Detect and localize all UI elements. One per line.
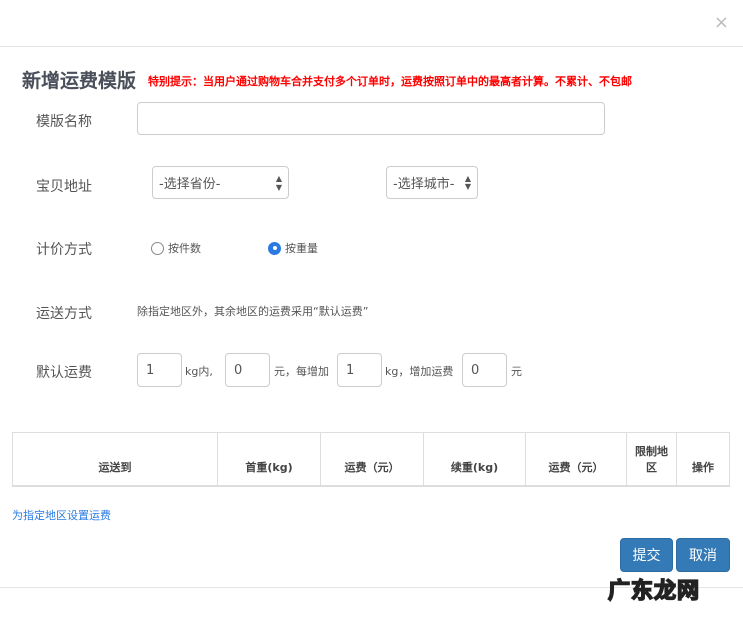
updown-icon: ▲ ▼ xyxy=(275,173,282,192)
unit-text: 元 xyxy=(511,365,522,378)
submit-button[interactable]: 提交 xyxy=(620,538,673,572)
close-icon[interactable]: × xyxy=(714,12,729,33)
special-tip: 特别提示：当用户通过购物车合并支付多个订单时，运费按照订单中的最高者计算。不累计… xyxy=(148,75,632,88)
col-first-weight: 首重(kg) xyxy=(217,432,321,487)
province-select[interactable]: -选择省份- ▲ ▼ xyxy=(152,166,289,199)
cancel-button[interactable]: 取消 xyxy=(676,538,730,572)
first-fee-input[interactable]: 0 xyxy=(225,353,270,387)
shipping-table: 运送到 首重(kg) 运费（元） 续重(kg) 运费（元） 限制地区 操作 xyxy=(12,432,730,487)
template-name-label: 模版名称 xyxy=(36,114,92,130)
shipping-label: 运送方式 xyxy=(36,306,92,322)
col-actions: 操作 xyxy=(676,432,730,487)
template-name-input[interactable] xyxy=(137,102,605,135)
radio-by-count[interactable]: 按件数 xyxy=(151,240,201,256)
dialog-title: 新增运费模版 xyxy=(22,70,137,92)
header-divider xyxy=(0,46,743,47)
updown-icon: ▲ ▼ xyxy=(464,173,471,191)
col-add-fee: 运费（元） xyxy=(525,432,627,487)
add-weight-input[interactable]: 1 xyxy=(337,353,382,387)
col-first-fee: 运费（元） xyxy=(320,432,424,487)
radio-label: 按重量 xyxy=(285,242,318,255)
radio-checked-icon xyxy=(268,241,281,255)
col-add-weight: 续重(kg) xyxy=(423,432,526,487)
unit-text: kg，增加运费 xyxy=(385,365,454,378)
first-weight-input[interactable]: 1 xyxy=(137,353,182,387)
col-destination: 运送到 xyxy=(12,432,218,487)
col-restricted: 限制地区 xyxy=(626,432,677,487)
radio-label: 按件数 xyxy=(168,242,201,255)
radio-by-weight[interactable]: 按重量 xyxy=(268,240,318,256)
pricing-label: 计价方式 xyxy=(36,242,92,258)
city-value: -选择城市- xyxy=(393,177,455,192)
radio-icon xyxy=(151,241,164,255)
set-region-fee-link[interactable]: 为指定地区设置运费 xyxy=(12,507,111,523)
default-fee-label: 默认运费 xyxy=(36,365,92,381)
add-fee-input[interactable]: 0 xyxy=(462,353,507,387)
watermark-logo: 广东龙网 xyxy=(607,578,701,605)
province-value: -选择省份- xyxy=(159,177,221,192)
city-select[interactable]: -选择城市- ▲ ▼ xyxy=(386,166,478,199)
shipping-desc: 除指定地区外，其余地区的运费采用“默认运费” xyxy=(137,305,369,318)
unit-text: 元，每增加 xyxy=(274,365,329,378)
unit-text: kg内, xyxy=(185,365,213,378)
address-label: 宝贝地址 xyxy=(36,179,92,195)
